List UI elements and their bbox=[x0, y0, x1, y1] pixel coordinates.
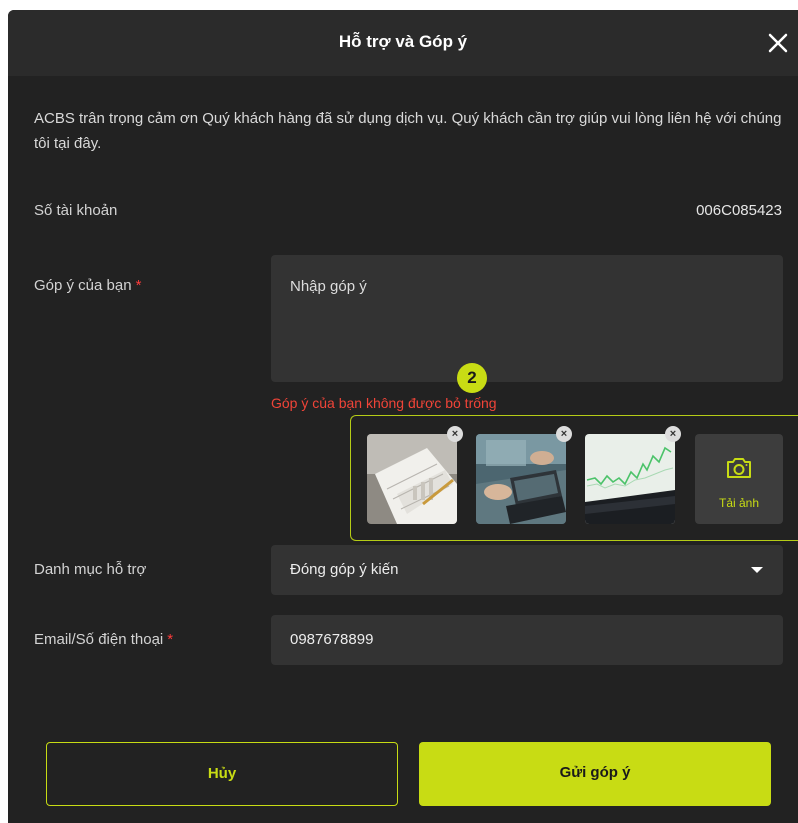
contact-input[interactable]: 0987678899 bbox=[271, 615, 783, 665]
required-mark: * bbox=[135, 277, 142, 294]
category-select[interactable]: Đóng góp ý kiến bbox=[271, 545, 783, 595]
contact-label: Email/Số điện thoại bbox=[34, 631, 164, 648]
laptop-meeting-photo bbox=[476, 434, 566, 524]
cancel-label: Hủy bbox=[207, 765, 237, 782]
account-number: 006C085423 bbox=[696, 202, 782, 219]
step-number-badge: 2 bbox=[457, 363, 487, 393]
dialog-title: Hỗ trợ và Góp ý bbox=[338, 32, 468, 51]
image-thumbnail-1[interactable] bbox=[367, 434, 457, 524]
stock-chart-screen-photo bbox=[585, 434, 675, 524]
feedback-textarea[interactable]: Nhập góp ý bbox=[271, 255, 783, 382]
close-icon bbox=[768, 33, 788, 53]
dialog-header: Hỗ trợ và Góp ý bbox=[8, 10, 798, 76]
remove-image-3-button[interactable]: × bbox=[665, 426, 681, 442]
contact-value: 0987678899 bbox=[290, 631, 374, 648]
feedback-label-row: Góp ý của bạn * bbox=[34, 277, 141, 294]
category-selected-value: Đóng góp ý kiến bbox=[290, 561, 399, 578]
intro-text: ACBS trân trọng cảm ơn Quý khách hàng đã… bbox=[34, 110, 782, 152]
contact-label-row: Email/Số điện thoại * bbox=[34, 631, 173, 648]
image-thumbnail-2[interactable] bbox=[476, 434, 566, 524]
account-label: Số tài khoản bbox=[34, 202, 118, 219]
category-label: Danh mục hỗ trợ bbox=[34, 561, 147, 578]
image-thumbnail-3[interactable] bbox=[585, 434, 675, 524]
feedback-placeholder: Nhập góp ý bbox=[290, 278, 367, 295]
upload-image-label: Tải ảnh bbox=[718, 496, 760, 510]
camera-icon bbox=[727, 458, 751, 478]
feedback-error-message: Góp ý của bạn không được bỏ trống bbox=[271, 395, 497, 411]
image-upload-area: × × × Tải ảnh bbox=[350, 415, 798, 541]
cancel-button[interactable]: Hủy bbox=[46, 742, 398, 806]
required-mark: * bbox=[167, 631, 174, 648]
support-feedback-dialog: Hỗ trợ và Góp ý ACBS trân trọng cảm ơn Q… bbox=[8, 10, 798, 823]
close-button[interactable] bbox=[764, 29, 792, 57]
remove-image-2-button[interactable]: × bbox=[556, 426, 572, 442]
feedback-label: Góp ý của bạn bbox=[34, 277, 132, 294]
paper-chart-photo bbox=[367, 434, 457, 524]
submit-feedback-button[interactable]: Gửi góp ý bbox=[419, 742, 771, 806]
upload-image-button[interactable]: Tải ảnh bbox=[695, 434, 783, 524]
submit-label: Gửi góp ý bbox=[559, 764, 631, 781]
caret-down-icon bbox=[751, 567, 763, 573]
remove-image-1-button[interactable]: × bbox=[447, 426, 463, 442]
